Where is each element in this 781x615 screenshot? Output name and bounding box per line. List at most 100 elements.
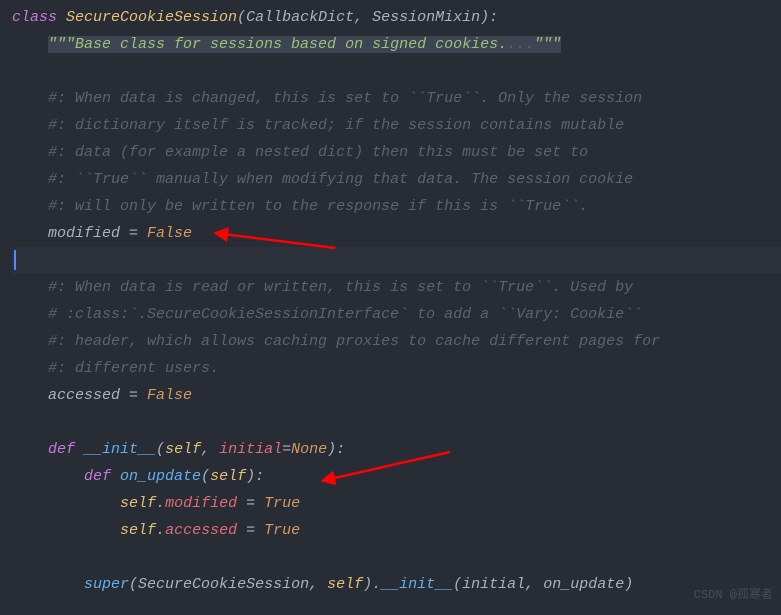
paren-colon: ):: [246, 468, 264, 485]
self-ref: self: [120, 495, 156, 512]
self-param: self: [210, 468, 246, 485]
self-param: self: [165, 441, 201, 458]
true-literal: True: [264, 495, 300, 512]
code-line[interactable]: #: When data is changed, this is set to …: [12, 85, 781, 112]
function-name: __init__: [84, 441, 156, 458]
class-ref: SecureCookieSession: [138, 576, 309, 593]
code-line-empty[interactable]: [12, 58, 781, 85]
indent: [12, 576, 84, 593]
code-line[interactable]: #: When data is read or written, this is…: [12, 274, 781, 301]
dot: .: [156, 495, 165, 512]
indent: [12, 90, 48, 107]
paren: (: [201, 468, 210, 485]
docstring-ellipsis: ...: [507, 36, 534, 53]
parameter: initial: [219, 441, 282, 458]
indent: [12, 198, 48, 215]
paren: (: [237, 9, 246, 26]
init-call: __init__: [381, 576, 453, 593]
code-line[interactable]: self.modified = True: [12, 490, 781, 517]
indent: [12, 306, 48, 323]
equals: =: [120, 225, 147, 242]
paren-colon: ):: [480, 9, 498, 26]
dot: .: [156, 522, 165, 539]
paren: (: [129, 576, 138, 593]
keyword-def: def: [84, 468, 120, 485]
code-line[interactable]: #: ``True`` manually when modifying that…: [12, 166, 781, 193]
code-line-current[interactable]: [12, 247, 781, 274]
indent: [12, 522, 120, 539]
comment: #: ``True`` manually when modifying that…: [48, 171, 633, 188]
text-cursor: [14, 250, 16, 270]
comma: ,: [525, 576, 543, 593]
indent: [12, 117, 48, 134]
comment: #: header, which allows caching proxies …: [48, 333, 660, 350]
super-call: super: [84, 576, 129, 593]
paren-colon: ):: [327, 441, 345, 458]
code-line-empty[interactable]: [12, 544, 781, 571]
function-name: on_update: [120, 468, 201, 485]
code-line[interactable]: """Base class for sessions based on sign…: [12, 31, 781, 58]
none-literal: None: [291, 441, 327, 458]
equals: =: [237, 522, 264, 539]
comment: #: will only be written to the response …: [48, 198, 588, 215]
equals: =: [120, 387, 147, 404]
code-line[interactable]: #: data (for example a nested dict) then…: [12, 139, 781, 166]
comment: #: When data is read or written, this is…: [48, 279, 633, 296]
true-literal: True: [264, 522, 300, 539]
self-ref: self: [120, 522, 156, 539]
self-ref: self: [327, 576, 363, 593]
false-literal: False: [147, 387, 192, 404]
comment: # :class:`.SecureCookieSessionInterface`…: [48, 306, 642, 323]
code-line[interactable]: # :class:`.SecureCookieSessionInterface`…: [12, 301, 781, 328]
indent: [12, 279, 48, 296]
docstring-close: """: [534, 36, 561, 53]
indent: [12, 468, 84, 485]
comment: #: When data is changed, this is set to …: [48, 90, 642, 107]
docstring: """Base class for sessions based on sign…: [48, 36, 507, 53]
code-line[interactable]: super(SecureCookieSession, self).__init_…: [12, 571, 781, 598]
comment: #: dictionary itself is tracked; if the …: [48, 117, 624, 134]
code-line[interactable]: def on_update(self):: [12, 463, 781, 490]
keyword-class: class: [12, 9, 66, 26]
code-line[interactable]: class SecureCookieSession(CallbackDict, …: [12, 4, 781, 31]
base-class: CallbackDict: [246, 9, 354, 26]
paren-dot: ).: [363, 576, 381, 593]
indent: [12, 333, 48, 350]
attribute: accessed: [165, 522, 237, 539]
code-line[interactable]: def __init__(self, initial=None):: [12, 436, 781, 463]
code-line[interactable]: self.accessed = True: [12, 517, 781, 544]
paren: (: [156, 441, 165, 458]
indent: [12, 171, 48, 188]
watermark-text: CSDN @孤寒者: [694, 582, 773, 609]
code-editor[interactable]: class SecureCookieSession(CallbackDict, …: [0, 0, 781, 598]
code-line[interactable]: modified = False: [12, 220, 781, 247]
code-line[interactable]: #: header, which allows caching proxies …: [12, 328, 781, 355]
code-line[interactable]: #: will only be written to the response …: [12, 193, 781, 220]
comma: ,: [354, 9, 372, 26]
indent: [12, 144, 48, 161]
keyword-def: def: [48, 441, 84, 458]
equals: =: [282, 441, 291, 458]
indent: [12, 225, 48, 242]
equals: =: [237, 495, 264, 512]
code-line[interactable]: accessed = False: [12, 382, 781, 409]
code-line-empty[interactable]: [12, 409, 781, 436]
indent: [12, 441, 48, 458]
code-line[interactable]: #: different users.: [12, 355, 781, 382]
false-literal: False: [147, 225, 192, 242]
indent: [12, 36, 48, 53]
paren: (: [453, 576, 462, 593]
comment: #: different users.: [48, 360, 219, 377]
base-class: SessionMixin: [372, 9, 480, 26]
indent: [12, 360, 48, 377]
argument: initial: [462, 576, 525, 593]
comment: #: data (for example a nested dict) then…: [48, 144, 588, 161]
attribute: modified: [165, 495, 237, 512]
indent: [12, 495, 120, 512]
indent: [12, 387, 48, 404]
comma: ,: [309, 576, 327, 593]
class-name: SecureCookieSession: [66, 9, 237, 26]
comma: ,: [201, 441, 219, 458]
argument: on_update: [543, 576, 624, 593]
code-line[interactable]: #: dictionary itself is tracked; if the …: [12, 112, 781, 139]
